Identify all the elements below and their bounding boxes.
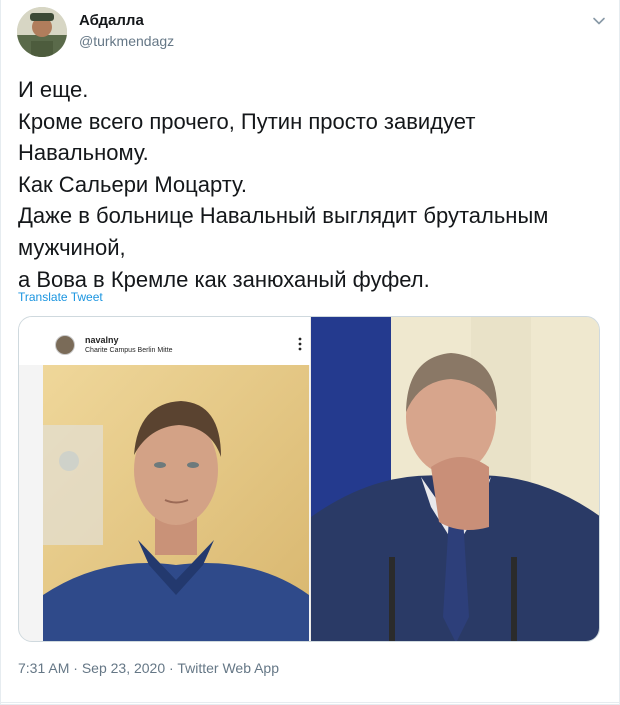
tweet-card: Абдалла @turkmendagz И еще. Кроме всего … bbox=[0, 0, 620, 705]
tweet-text-line: а Вова в Кремле как занюханый фуфел. bbox=[18, 266, 430, 292]
tweet-date[interactable]: Sep 23, 2020 bbox=[82, 660, 165, 676]
author-name[interactable]: Абдалла bbox=[79, 12, 144, 29]
instagram-post-header: navalny Charite Campus Berlin Mitte bbox=[19, 317, 310, 365]
tweet-text: И еще. Кроме всего прочего, Путин просто… bbox=[18, 74, 598, 295]
meta-separator: · bbox=[165, 660, 178, 676]
navalny-portrait-photo bbox=[43, 365, 309, 641]
instagram-location: Charite Campus Berlin Mitte bbox=[85, 347, 173, 354]
divider bbox=[1, 702, 620, 703]
tweet-header: Абдалла @turkmendagz bbox=[17, 7, 607, 57]
tweet-time[interactable]: 7:31 AM bbox=[18, 660, 69, 676]
meta-separator: · bbox=[69, 660, 82, 676]
tweet-text-line: Кроме всего прочего, Путин просто завиду… bbox=[18, 108, 476, 134]
chevron-down-icon[interactable] bbox=[591, 13, 607, 29]
tweet-source[interactable]: Twitter Web App bbox=[177, 660, 279, 676]
tweet-meta: 7:31 AM · Sep 23, 2020 · Twitter Web App bbox=[18, 660, 279, 676]
tweet-media[interactable]: navalny Charite Campus Berlin Mitte bbox=[18, 316, 600, 642]
tweet-text-line: Как Сальери Моцарту. bbox=[18, 171, 247, 197]
putin-photo bbox=[311, 317, 599, 641]
instagram-post-image: navalny Charite Campus Berlin Mitte bbox=[19, 317, 310, 641]
instagram-username: navalny bbox=[85, 335, 119, 345]
translate-tweet-link[interactable]: Translate Tweet bbox=[18, 290, 103, 304]
tweet-text-line: Даже в больнице Навальный выглядит брута… bbox=[18, 203, 549, 229]
author-avatar[interactable] bbox=[17, 7, 67, 57]
more-options-icon bbox=[298, 337, 302, 351]
tweet-text-line: И еще. bbox=[18, 77, 89, 102]
tweet-text-line: Навальному. bbox=[18, 140, 149, 166]
instagram-avatar bbox=[55, 335, 75, 355]
tweet-text-line: мужчиной, bbox=[18, 234, 126, 260]
author-handle[interactable]: @turkmendagz bbox=[79, 33, 174, 49]
